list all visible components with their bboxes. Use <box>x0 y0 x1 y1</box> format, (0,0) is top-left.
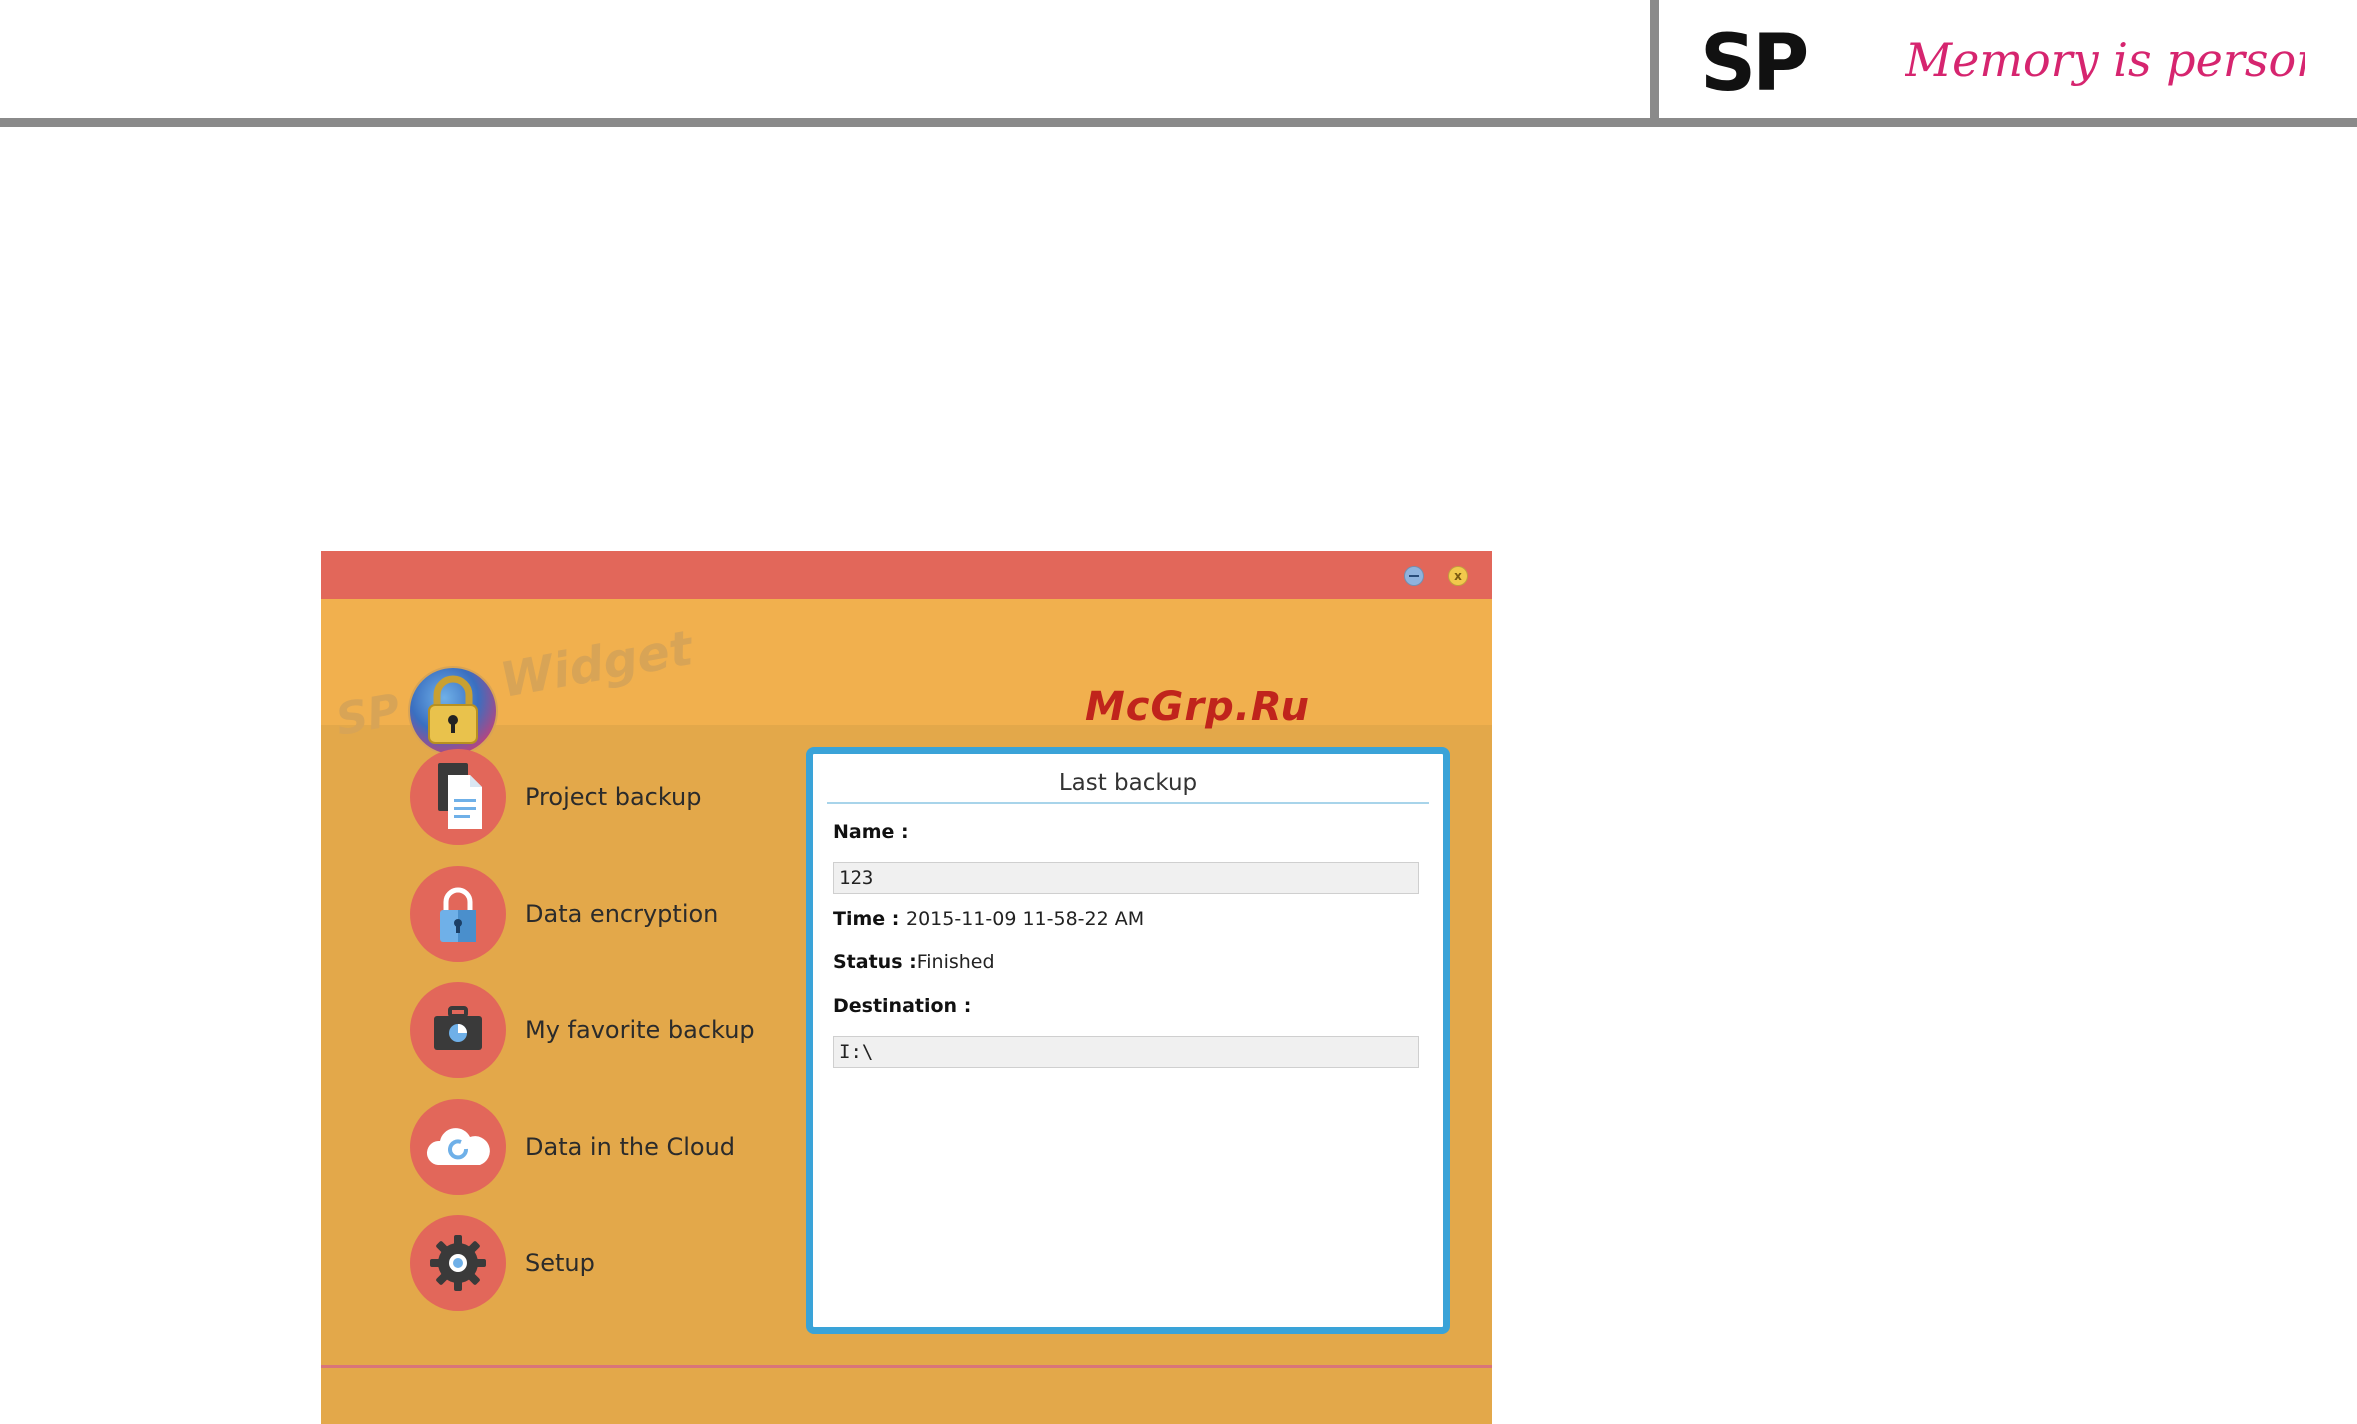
svg-text:Memory is personal: Memory is personal <box>1905 33 2305 87</box>
menu-label: Setup <box>525 1249 595 1277</box>
destination-field[interactable]: I:\ <box>833 1036 1419 1068</box>
minimize-icon[interactable] <box>1404 566 1424 586</box>
name-label: Name : <box>833 821 909 843</box>
padlock-icon <box>410 866 506 962</box>
name-field[interactable]: 123 <box>833 862 1419 894</box>
window-footer-divider <box>321 1365 1492 1368</box>
destination-label: Destination : <box>833 995 972 1017</box>
header-divider <box>0 118 2357 127</box>
menu-item-my-favorite-backup[interactable]: My favorite backup <box>410 982 810 1078</box>
app-logo-right-text: Widget <box>496 620 697 709</box>
document-icon <box>410 749 506 845</box>
menu-item-data-encryption[interactable]: Data encryption <box>410 866 810 962</box>
status-row: Status :Finished <box>833 951 995 973</box>
time-label: Time : <box>833 908 900 930</box>
sp-widget-window: x SP Widget McGrp.Ru Project backup Data… <box>321 551 1492 1424</box>
time-value: 2015-11-09 11-58-22 AM <box>906 908 1145 930</box>
menu-item-data-in-the-cloud[interactable]: Data in the Cloud <box>410 1099 810 1195</box>
menu-item-setup[interactable]: Setup <box>410 1215 810 1311</box>
header-vertical-divider <box>1650 0 1659 122</box>
window-header: SP Widget <box>321 599 1492 756</box>
padlock-globe-icon <box>408 666 498 756</box>
last-backup-panel: Last backup Name : 123 Time : 2015-11-09… <box>806 747 1450 1334</box>
brand-slogan: Memory is personal <box>1905 33 2305 87</box>
panel-title: Last backup <box>827 764 1429 804</box>
svg-text:SP: SP <box>1700 28 1806 100</box>
menu-label: Data encryption <box>525 900 719 928</box>
app-logo-left-text: SP <box>332 684 404 746</box>
time-row: Time : 2015-11-09 11-58-22 AM <box>833 908 1144 930</box>
menu-label: Project backup <box>525 783 702 811</box>
sp-brand-logo: SP <box>1700 28 1810 100</box>
watermark-text: McGrp.Ru <box>1085 684 1310 730</box>
briefcase-icon <box>410 982 506 1078</box>
menu-label: My favorite backup <box>525 1016 755 1044</box>
status-value: Finished <box>916 951 995 973</box>
cloud-icon <box>410 1099 506 1195</box>
menu-label: Data in the Cloud <box>525 1133 736 1161</box>
close-icon[interactable]: x <box>1448 566 1468 586</box>
gear-icon <box>410 1215 506 1311</box>
menu-item-project-backup[interactable]: Project backup <box>410 749 810 845</box>
status-label: Status : <box>833 951 917 973</box>
window-titlebar[interactable]: x <box>321 551 1492 599</box>
